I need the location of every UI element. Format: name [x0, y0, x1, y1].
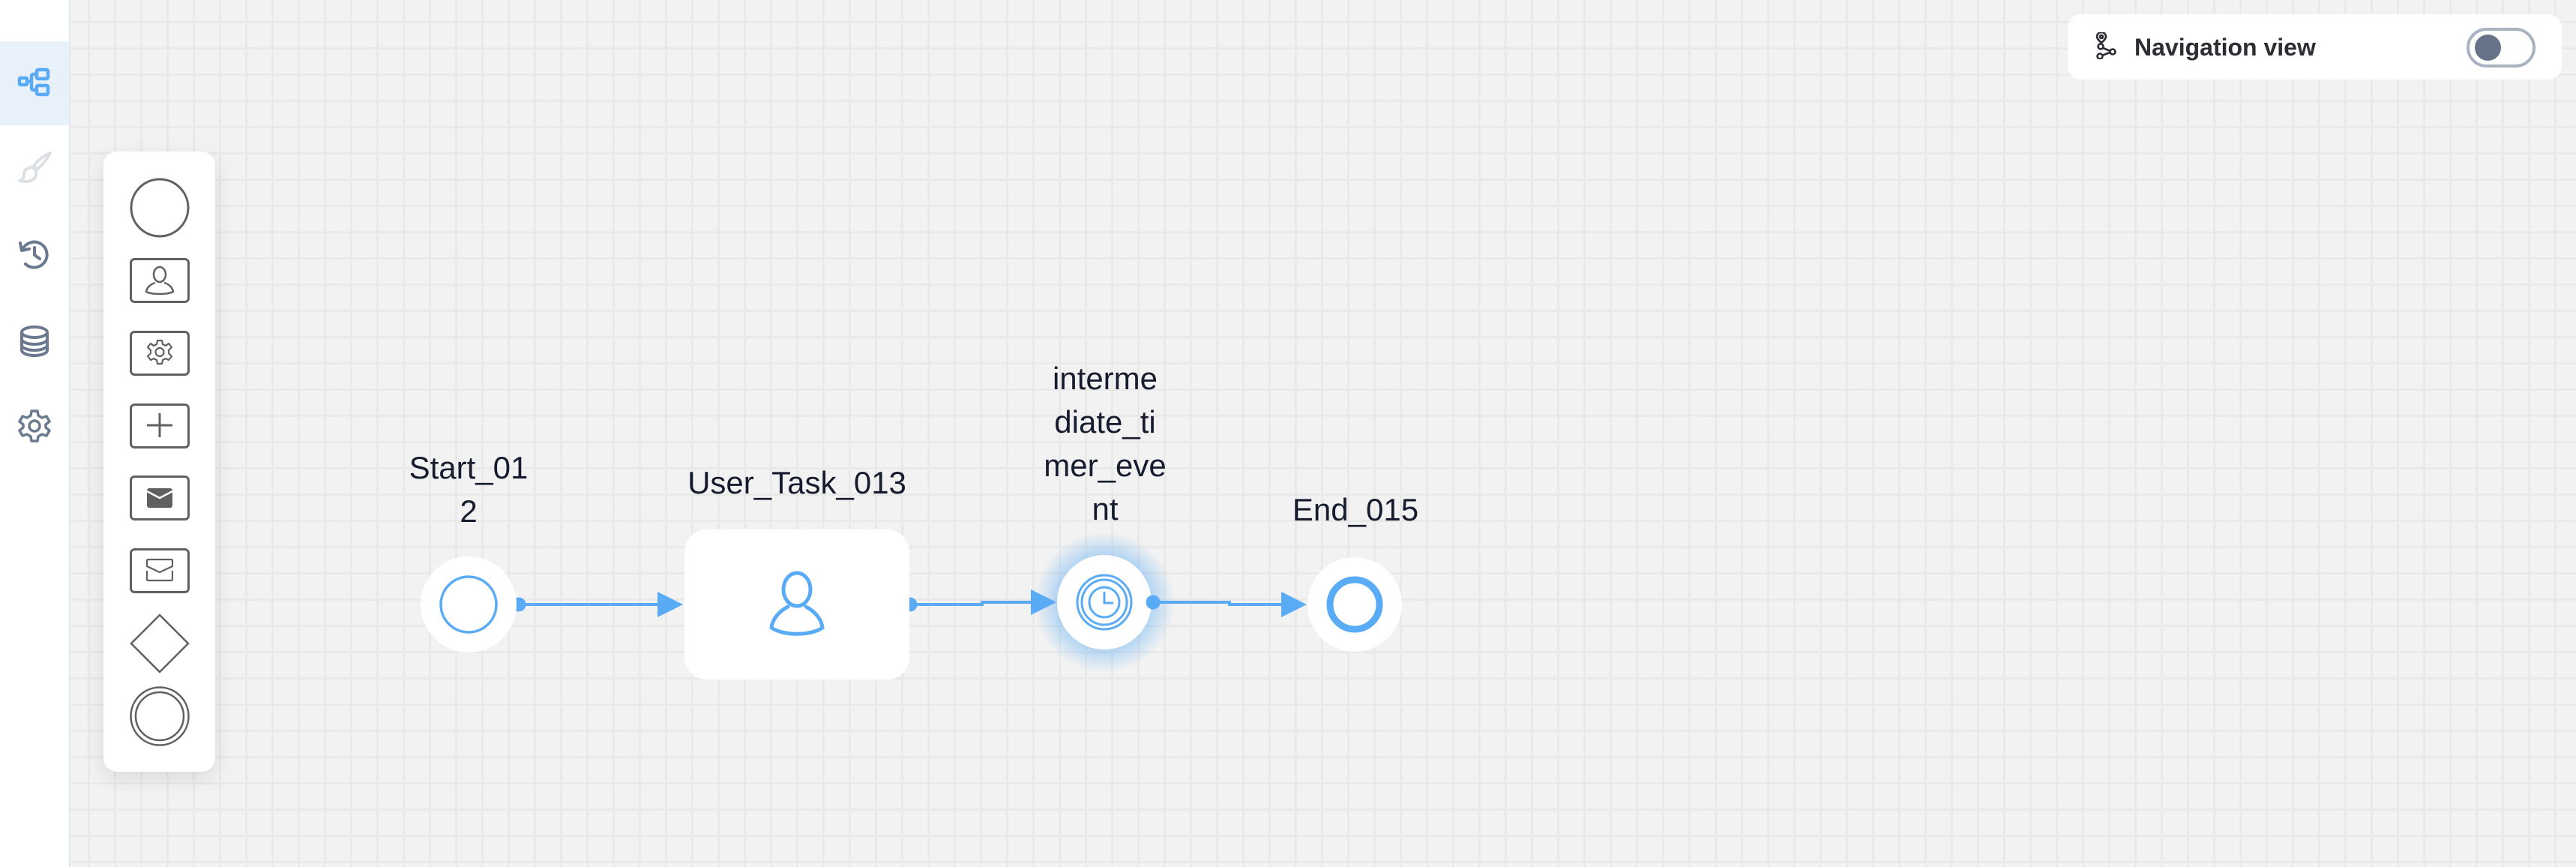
sidebar	[0, 0, 70, 867]
route-icon	[2095, 32, 2116, 59]
brush-icon	[18, 152, 52, 184]
sidebar-item-database[interactable]	[0, 299, 69, 383]
sequence-flow[interactable]	[511, 592, 684, 617]
settings-icon	[18, 410, 51, 442]
navigation-view-panel: Navigation view	[2068, 14, 2562, 80]
service-task-icon	[129, 331, 190, 376]
gateway-icon	[129, 614, 190, 674]
subprocess-icon	[129, 404, 190, 448]
process-diagram	[421, 530, 1402, 680]
sidebar-item-diagram[interactable]	[0, 41, 69, 125]
palette-item-service-task[interactable]	[103, 331, 215, 376]
palette-item-send-task[interactable]	[103, 476, 215, 520]
history-icon	[19, 240, 49, 269]
database-icon	[20, 326, 49, 358]
palette-item-gateway[interactable]	[103, 613, 215, 674]
intermediate-event-icon	[129, 686, 190, 746]
palette-item-receive-task[interactable]	[103, 548, 215, 593]
palette-item-user-task[interactable]	[103, 258, 215, 303]
user-task-node[interactable]	[684, 530, 909, 680]
start-event-icon	[130, 178, 189, 238]
end-event-node[interactable]	[1307, 557, 1402, 652]
start-event-node[interactable]	[421, 556, 517, 652]
toggle-knob	[2475, 34, 2501, 61]
palette-item-start-event[interactable]	[103, 174, 215, 242]
send-task-icon	[129, 476, 190, 520]
element-palette	[103, 152, 215, 772]
palette-item-subprocess[interactable]	[103, 404, 215, 448]
navigation-view-toggle[interactable]	[2467, 28, 2536, 68]
sidebar-item-style[interactable]	[0, 126, 69, 210]
sequence-flow[interactable]	[903, 590, 1057, 615]
palette-item-intermediate-event[interactable]	[103, 686, 215, 747]
sidebar-item-settings[interactable]	[0, 384, 69, 468]
user-task-icon	[129, 258, 190, 303]
receive-task-icon	[129, 548, 190, 593]
navigation-view-label: Navigation view	[2134, 34, 2316, 61]
sidebar-item-history[interactable]	[0, 213, 69, 297]
diagram-icon	[17, 68, 50, 97]
